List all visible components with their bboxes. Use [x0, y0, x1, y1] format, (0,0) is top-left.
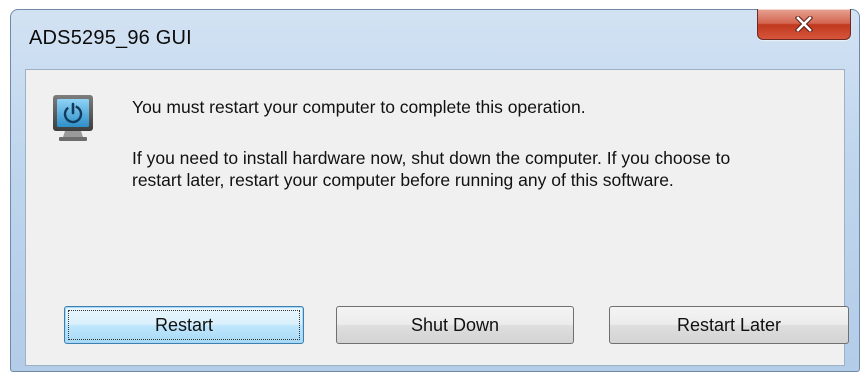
- restart-button[interactable]: Restart: [64, 306, 304, 344]
- close-icon: [795, 16, 813, 32]
- dialog-window: ADS5295_96 GUI You must restart your com…: [10, 9, 860, 372]
- shut-down-button[interactable]: Shut Down: [336, 306, 574, 344]
- restart-later-button[interactable]: Restart Later: [609, 306, 849, 344]
- restart-computer-icon: [53, 95, 93, 141]
- restart-later-button-label: Restart Later: [676, 314, 782, 335]
- restart-button-label: Restart: [154, 314, 214, 335]
- dialog-client-area: You must restart your computer to comple…: [25, 69, 849, 366]
- close-button[interactable]: [757, 9, 851, 40]
- detail-text: If you need to install hardware now, shu…: [132, 148, 731, 190]
- message-text: You must restart your computer to comple…: [132, 97, 586, 117]
- window-title: ADS5295_96 GUI: [29, 27, 192, 49]
- shut-down-button-label: Shut Down: [410, 314, 500, 335]
